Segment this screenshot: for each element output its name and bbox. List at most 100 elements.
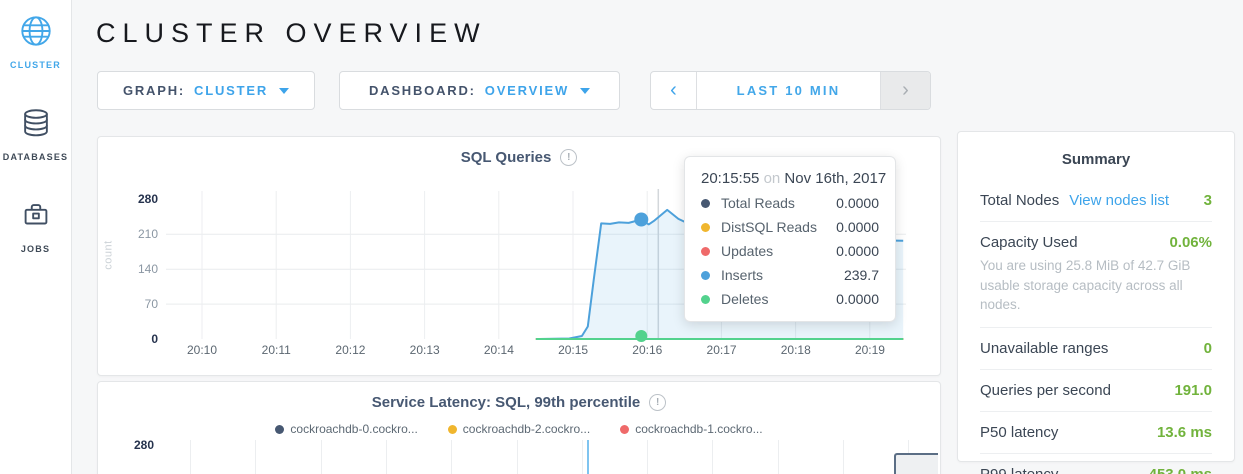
- summary-row-unavailable-ranges: Unavailable ranges 0: [980, 328, 1212, 370]
- sidebar-item-label: DATABASES: [3, 152, 68, 162]
- view-nodes-list-link[interactable]: View nodes list: [1069, 192, 1169, 209]
- x-tick: 20:11: [257, 343, 295, 357]
- legend-label: cockroachdb-0.cockro...: [290, 422, 417, 436]
- series-dot: [701, 223, 710, 232]
- gridline: [321, 440, 322, 474]
- x-axis-ticks: 20:10 20:11 20:12 20:13 20:14 20:15 20:16 20:17…: [183, 343, 889, 357]
- summary-row-p99-latency: P99 latency 453.0 ms: [980, 454, 1212, 474]
- queries-per-second-value: 191.0: [1174, 382, 1212, 399]
- x-tick: 20:15: [554, 343, 592, 357]
- series-dot: [701, 199, 710, 208]
- capacity-used-value: 0.06%: [1169, 234, 1212, 251]
- tooltip-row-updates: Updates 0.0000: [701, 243, 879, 259]
- chart-title: Service Latency: SQL, 99th percentile: [372, 394, 640, 411]
- cluster-overview-page: { "colors": { "accent_blue": "#3ea4ea", …: [0, 0, 1243, 474]
- globe-icon: [19, 14, 53, 53]
- gridline: [255, 440, 256, 474]
- briefcase-icon: [19, 198, 53, 237]
- x-tick: 20:13: [406, 343, 444, 357]
- tooltip-row-total-reads: Total Reads 0.0000: [701, 195, 879, 211]
- x-tick: 20:14: [480, 343, 518, 357]
- time-window-label[interactable]: LAST 10 MIN: [697, 72, 880, 109]
- gridline: [517, 440, 518, 474]
- x-tick: 20:12: [331, 343, 369, 357]
- x-tick: 20:17: [703, 343, 741, 357]
- y-axis-ticks: 280 210 140 70 0: [116, 192, 158, 346]
- time-window-next-button[interactable]: ›: [880, 72, 930, 109]
- y-axis-tick: 280: [134, 438, 154, 452]
- chart-legend: cockroachdb-0.cockro... cockroachdb-2.coc…: [98, 422, 940, 436]
- p99-latency-value: 453.0 ms: [1149, 466, 1212, 474]
- database-icon: [19, 106, 53, 145]
- capacity-used-description: You are using 25.8 MiB of 42.7 GiB usabl…: [980, 256, 1212, 315]
- gridline: [451, 440, 452, 474]
- gridline: [386, 440, 387, 474]
- gridline: [582, 440, 583, 474]
- legend-label: cockroachdb-2.cockro...: [463, 422, 590, 436]
- chart-hover-tooltip-partial: [894, 453, 938, 474]
- series-dot: [448, 425, 457, 434]
- y-tick: 280: [138, 192, 158, 206]
- info-icon[interactable]: !: [560, 149, 577, 166]
- sql-queries-chart-card: SQL Queries ! count 280210140700 20:1020…: [97, 136, 941, 376]
- summary-row-capacity-used: Capacity Used 0.06% You are using 25.8 M…: [980, 222, 1212, 328]
- tooltip-timestamp: 20:15:55 on Nov 16th, 2017: [701, 170, 879, 187]
- x-tick: 20:19: [851, 343, 889, 357]
- tooltip-row-distsql-reads: DistSQL Reads 0.0000: [701, 219, 879, 235]
- x-tick: 20:18: [777, 343, 815, 357]
- legend-label: cockroachdb-1.cockro...: [635, 422, 762, 436]
- chart-hover-tooltip: 20:15:55 on Nov 16th, 2017 Total Reads 0…: [684, 156, 896, 322]
- graph-dropdown-label: GRAPH:: [123, 83, 185, 98]
- total-nodes-value: 3: [1204, 192, 1212, 209]
- graph-dropdown-value: CLUSTER: [194, 83, 268, 98]
- sidebar-item-databases[interactable]: DATABASES: [0, 92, 71, 162]
- summary-title: Summary: [980, 132, 1212, 180]
- summary-row-queries-per-second: Queries per second 191.0: [980, 370, 1212, 412]
- x-tick: 20:10: [183, 343, 221, 357]
- sidebar-item-jobs[interactable]: JOBS: [0, 184, 71, 254]
- series-dot: [701, 247, 710, 256]
- chevron-down-icon: [279, 88, 289, 94]
- time-window-prev-button[interactable]: ‹: [651, 72, 697, 109]
- y-tick: 210: [138, 227, 158, 241]
- legend-item[interactable]: cockroachdb-2.cockro...: [448, 422, 590, 436]
- sidebar-item-cluster[interactable]: CLUSTER: [0, 0, 71, 70]
- y-axis-label: count: [103, 240, 115, 269]
- gridline: [647, 440, 648, 474]
- y-tick: 140: [138, 262, 158, 276]
- chart-crosshair: [587, 440, 589, 474]
- series-dot: [701, 271, 710, 280]
- page-title: CLUSTER OVERVIEW: [96, 18, 487, 49]
- info-icon[interactable]: !: [649, 394, 666, 411]
- legend-item[interactable]: cockroachdb-0.cockro...: [275, 422, 417, 436]
- gridline: [778, 440, 779, 474]
- gridline: [843, 440, 844, 474]
- gridline: [190, 440, 191, 474]
- series-dot: [275, 425, 284, 434]
- dashboard-dropdown-value: OVERVIEW: [485, 83, 569, 98]
- summary-panel: Summary Total Nodes View nodes list 3 Ca…: [957, 131, 1235, 462]
- x-tick: 20:16: [628, 343, 666, 357]
- series-dot: [620, 425, 629, 434]
- y-tick: 70: [145, 297, 158, 311]
- unavailable-ranges-value: 0: [1204, 340, 1212, 357]
- gridline: [712, 440, 713, 474]
- summary-row-total-nodes: Total Nodes View nodes list 3: [980, 180, 1212, 222]
- chart-title: SQL Queries: [461, 149, 552, 166]
- graph-dropdown[interactable]: GRAPH: CLUSTER: [97, 71, 315, 110]
- legend-item[interactable]: cockroachdb-1.cockro...: [620, 422, 762, 436]
- tooltip-row-deletes: Deletes 0.0000: [701, 291, 879, 307]
- chevron-down-icon: [580, 88, 590, 94]
- dashboard-dropdown[interactable]: DASHBOARD: OVERVIEW: [339, 71, 620, 110]
- summary-row-p50-latency: P50 latency 13.6 ms: [980, 412, 1212, 454]
- sidebar-item-label: CLUSTER: [10, 60, 61, 70]
- service-latency-chart-card: Service Latency: SQL, 99th percentile ! …: [97, 381, 941, 474]
- dashboard-dropdown-label: DASHBOARD:: [369, 83, 476, 98]
- sidebar: CLUSTER DATABASES JOBS: [0, 0, 72, 474]
- y-tick: 0: [151, 332, 158, 346]
- sidebar-item-label: JOBS: [21, 244, 50, 254]
- series-dot: [701, 295, 710, 304]
- p50-latency-value: 13.6 ms: [1157, 424, 1212, 441]
- tooltip-row-inserts: Inserts 239.7: [701, 267, 879, 283]
- time-window-selector: ‹ LAST 10 MIN ›: [650, 71, 931, 110]
